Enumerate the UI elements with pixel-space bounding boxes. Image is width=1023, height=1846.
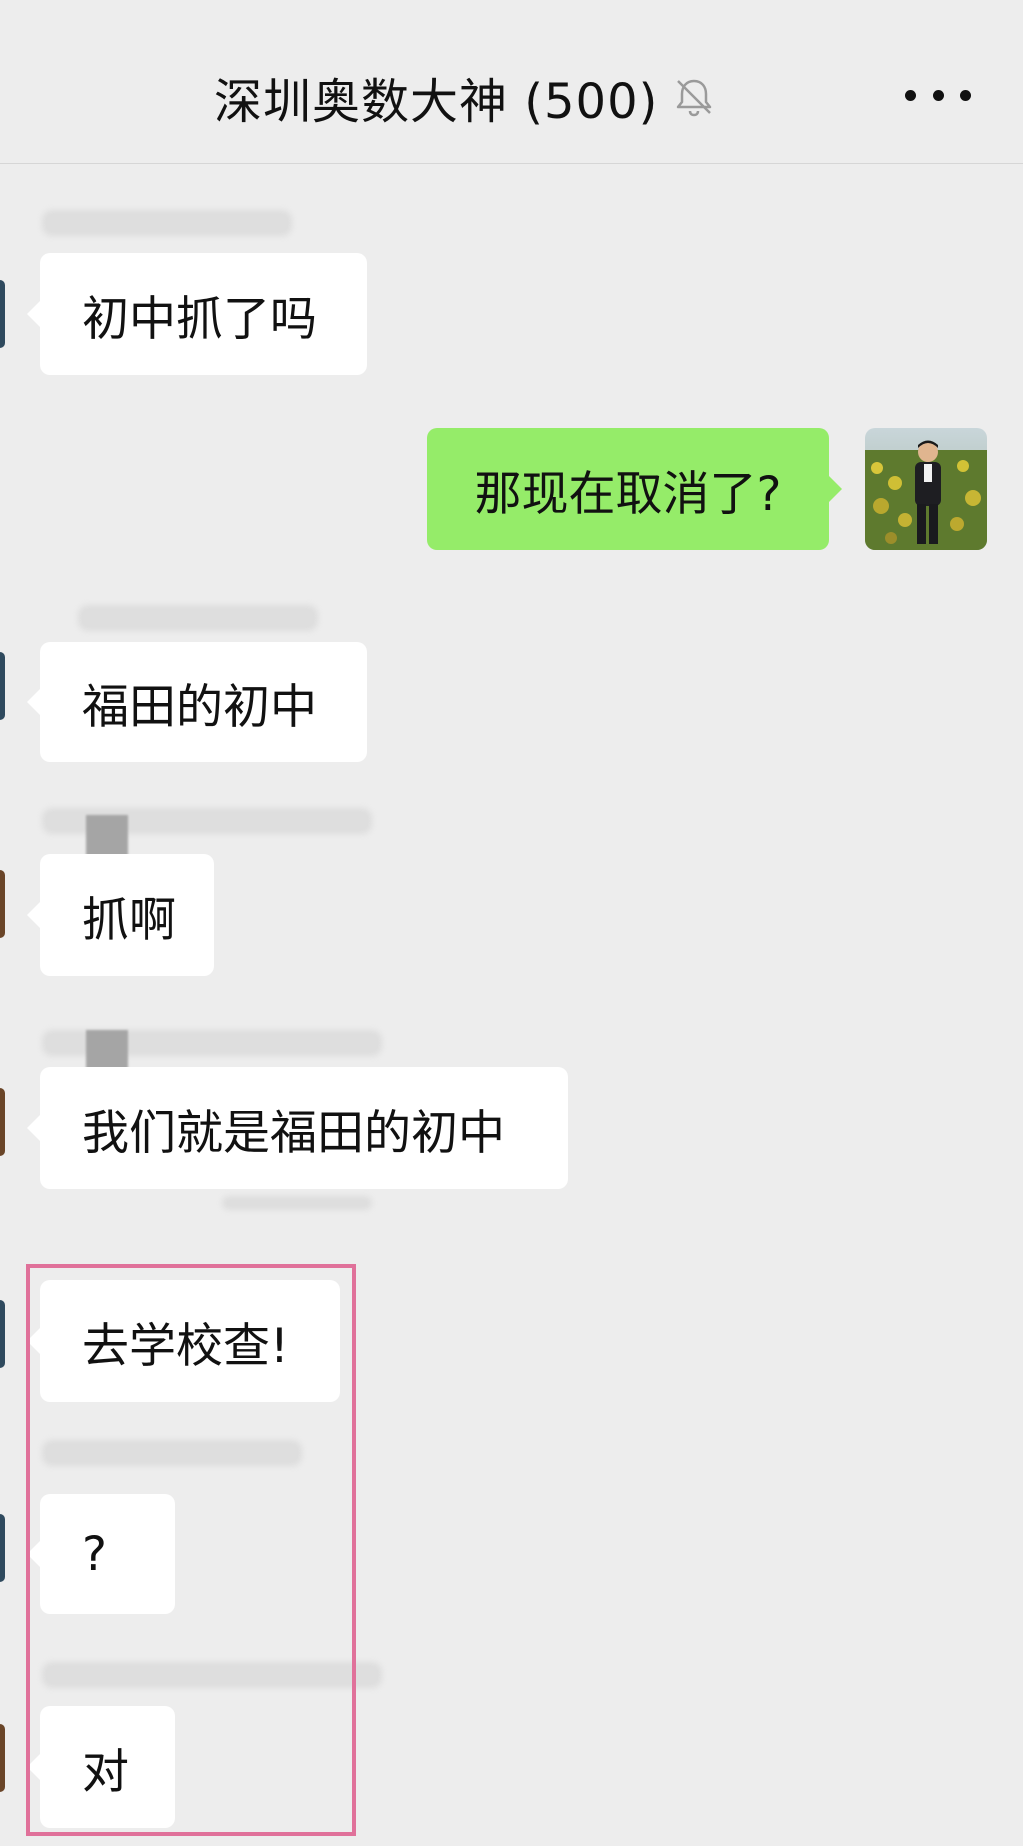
avatar-edge[interactable] (0, 1088, 5, 1156)
avatar-edge[interactable] (0, 1514, 5, 1582)
chat-title: 深圳奥数大神 (500) (214, 74, 659, 130)
message-text: ? (82, 1526, 107, 1582)
avatar-edge[interactable] (0, 870, 5, 938)
avatar-edge[interactable] (0, 1300, 5, 1368)
message-bubble-incoming[interactable]: 去学校查! (27, 1280, 340, 1402)
message-bubble-incoming[interactable]: ? (27, 1494, 175, 1614)
avatar-edge[interactable] (0, 1724, 5, 1792)
message-bubble-incoming[interactable]: 初中抓了吗 (27, 253, 367, 375)
message-text: 初中抓了吗 (82, 291, 317, 347)
chat-header: 深圳奥数大神 (500) (0, 0, 1023, 164)
message-bubble-incoming[interactable]: 福田的初中 (27, 642, 367, 762)
message-bubble-outgoing[interactable]: 那现在取消了? (427, 428, 842, 550)
message-text: 去学校查! (82, 1318, 289, 1374)
more-dots-icon[interactable] (905, 80, 971, 110)
message-text: 我们就是福田的初中 (82, 1105, 505, 1161)
title-group: 深圳奥数大神 (500) (214, 62, 716, 132)
message-text: 福田的初中 (82, 679, 317, 735)
sender-name-blurred (42, 210, 292, 236)
bell-off-icon (677, 79, 712, 117)
message-bubble-incoming[interactable]: 我们就是福田的初中 (27, 1067, 568, 1189)
message-text: 对 (82, 1744, 129, 1800)
avatar-edge[interactable] (0, 652, 5, 720)
blurred-square (86, 815, 128, 857)
message-text: 抓啊 (82, 892, 176, 948)
avatar-edge[interactable] (0, 280, 5, 348)
message-text: 那现在取消了? (474, 466, 782, 522)
message-bubble-incoming[interactable]: 对 (27, 1706, 175, 1828)
my-avatar[interactable] (865, 428, 987, 550)
blurred-square (86, 1030, 128, 1070)
sender-name-blurred (42, 1440, 302, 1466)
sender-name-blurred (78, 605, 318, 631)
sender-name-blurred (42, 1662, 382, 1688)
sender-name-blurred (222, 1196, 372, 1210)
message-bubble-incoming[interactable]: 抓啊 (27, 854, 214, 976)
